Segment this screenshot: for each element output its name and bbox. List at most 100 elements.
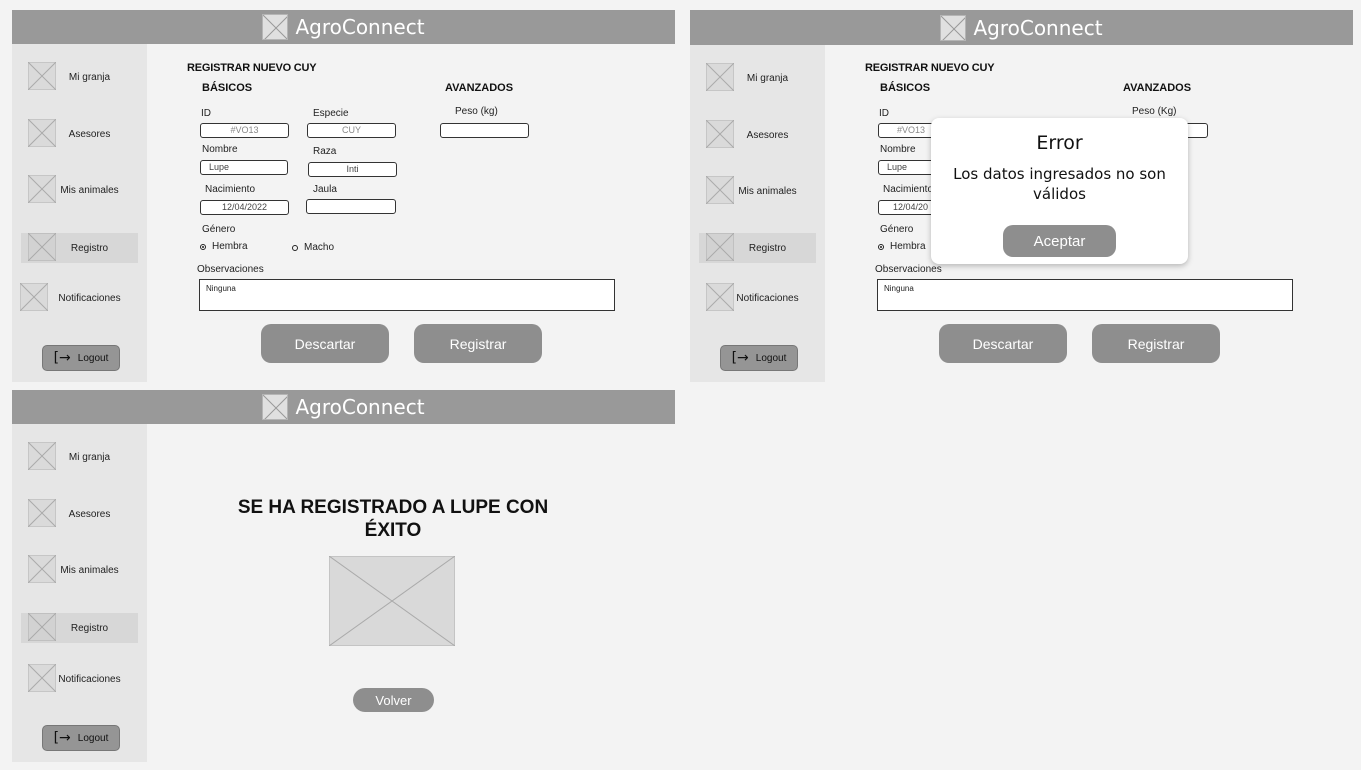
sidebar-item-label: Mis animales [60,184,119,196]
logo-placeholder-icon [262,394,289,420]
advanced-section-header: AVANZADOS [445,82,514,94]
frame-register-success: AgroConnect Mi granja Asesores Mis anima… [12,390,675,762]
sidebar-item-label: Registro [70,622,109,634]
birth-field[interactable]: 12/04/2022 [200,200,289,215]
discard-button[interactable]: Descartar [939,324,1067,363]
sidebar-item-asesores[interactable]: Asesores [699,120,816,150]
sidebar-item-mis-animales[interactable]: Mis animales [21,555,138,585]
breed-field[interactable]: Inti [308,162,397,177]
name-field[interactable]: Lupe [878,160,938,175]
sidebar-item-registro[interactable]: Registro [21,613,138,643]
gender-label: Género [880,224,914,235]
radio-label: Hembra [890,241,926,252]
sidebar-item-notificaciones[interactable]: Notificaciones [21,664,138,694]
cage-label: Jaula [313,184,337,195]
logout-icon: [→ [53,730,71,746]
breed-label: Raza [313,146,337,157]
notes-label: Observaciones [197,264,264,275]
app-title: AgroConnect [973,15,1103,40]
gender-radio-hembra[interactable]: Hembra [878,241,926,252]
logo-placeholder-icon [940,14,967,41]
sidebar-item-label: Notificaciones [58,292,121,304]
name-label: Nombre [880,144,916,155]
species-field[interactable]: CUY [307,123,396,138]
register-button[interactable]: Registrar [1092,324,1220,363]
sidebar: Mi granja Asesores Mis animales Registro… [12,424,147,762]
gender-radio-hembra[interactable]: Hembra [200,241,248,252]
notes-textarea[interactable]: Ninguna [877,279,1293,311]
logo-placeholder-icon [262,14,289,40]
sidebar-item-label: Notificaciones [736,292,799,304]
register-button[interactable]: Registrar [414,324,542,363]
sidebar-item-label: Mis animales [738,185,797,197]
advanced-section-header: AVANZADOS [1123,82,1192,94]
logout-icon: [→ [731,350,749,366]
species-label: Especie [313,108,349,119]
logout-label: Logout [755,352,787,364]
gender-label: Género [202,224,236,235]
notes-label: Observaciones [875,264,942,275]
error-modal-message: Los datos ingresados no son válidos [953,165,1166,203]
sidebar-item-label: Mi granja [746,72,789,84]
logout-button[interactable]: [→ Logout [720,345,798,371]
sidebar-item-mis-animales[interactable]: Mis animales [21,175,138,205]
id-field[interactable]: #VO13 [200,123,289,138]
notes-textarea[interactable]: Ninguna [199,279,615,311]
cage-field[interactable] [306,199,396,214]
app-title: AgroConnect [295,395,425,419]
sidebar-item-label: Registro [70,242,109,254]
sidebar-item-label: Mi granja [68,71,111,83]
sidebar-item-label: Notificaciones [58,673,121,685]
weight-field[interactable] [440,123,529,138]
radio-empty-icon [292,244,298,251]
sidebar-item-label: Asesores [746,129,789,141]
header-bar: AgroConnect [12,390,675,424]
logout-button[interactable]: [→ Logout [42,725,120,751]
sidebar-item-notificaciones[interactable]: Notificaciones [20,283,138,313]
radio-selected-icon [878,243,884,250]
sidebar-item-asesores[interactable]: Asesores [21,119,138,149]
accept-button[interactable]: Aceptar [1003,225,1116,257]
frame-register-form: AgroConnect Mi granja Asesores Mis anima… [12,10,675,382]
discard-button[interactable]: Descartar [261,324,389,363]
success-message: SE HA REGISTRADO A LUPE CON ÉXITO [237,497,549,541]
weight-label: Peso (Kg) [1132,106,1177,117]
sidebar-item-asesores[interactable]: Asesores [21,499,138,529]
logout-label: Logout [77,352,109,364]
header-bar: AgroConnect [690,10,1353,45]
radio-selected-icon [200,243,206,250]
weight-label: Peso (kg) [455,106,498,117]
id-label: ID [879,108,889,119]
header-bar: AgroConnect [12,10,675,44]
id-label: ID [201,108,211,119]
logout-button[interactable]: [→ Logout [42,345,120,371]
sidebar-item-label: Registro [748,242,787,254]
error-modal: Error Los datos ingresados no son válido… [931,118,1188,264]
error-modal-title: Error [1036,132,1083,154]
image-placeholder-icon [329,556,455,646]
sidebar-item-mi-granja[interactable]: Mi granja [21,62,138,92]
basic-section-header: BÁSICOS [880,82,931,94]
sidebar-item-registro[interactable]: Registro [21,233,138,263]
sidebar-item-notificaciones[interactable]: Notificaciones [699,283,816,313]
gender-radio-macho[interactable]: Macho [292,242,334,253]
frame-register-error: AgroConnect Mi granja Asesores Mis anima… [690,10,1353,382]
image-placeholder [329,556,455,646]
name-label: Nombre [202,144,238,155]
logout-label: Logout [77,732,109,744]
form-title: REGISTRAR NUEVO CUY [187,62,317,74]
sidebar-item-label: Asesores [68,508,111,520]
logout-icon: [→ [53,350,71,366]
basic-section-header: BÁSICOS [202,82,253,94]
sidebar-item-mi-granja[interactable]: Mi granja [699,63,816,93]
birth-label: Nacimiento [883,184,934,195]
app-title: AgroConnect [295,15,425,39]
sidebar-item-mi-granja[interactable]: Mi granja [21,442,138,472]
radio-label: Macho [304,242,335,253]
sidebar-item-registro[interactable]: Registro [699,233,816,263]
sidebar: Mi granja Asesores Mis animales Registro… [12,44,147,382]
sidebar-item-label: Mi granja [68,451,111,463]
back-button[interactable]: Volver [353,688,434,712]
name-field[interactable]: Lupe [200,160,288,175]
sidebar-item-mis-animales[interactable]: Mis animales [699,176,816,206]
